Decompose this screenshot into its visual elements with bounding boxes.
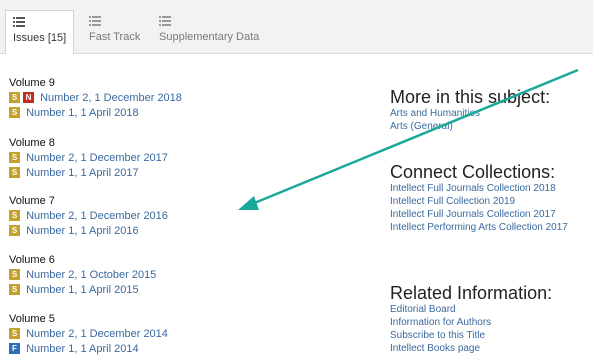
- annotation-arrow-icon: [238, 68, 579, 210]
